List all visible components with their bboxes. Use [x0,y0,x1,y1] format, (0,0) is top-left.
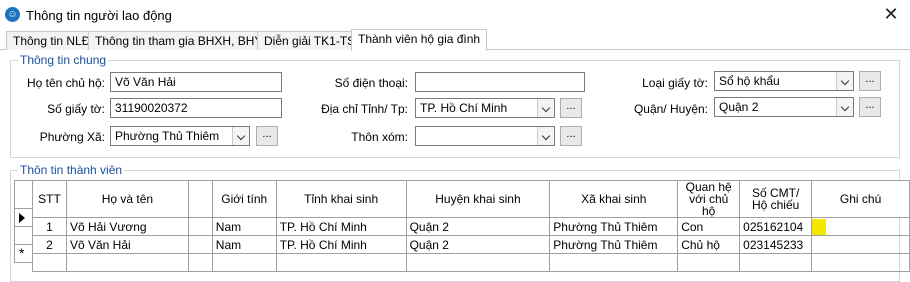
col-header-birth-ward[interactable]: Xã khai sinh [549,180,679,218]
province-select[interactable]: TP. Hồ Chí Minh [415,98,555,118]
doc-no-label: Số giấy tờ: [47,102,105,116]
window-title: Thông tin người lao động [26,8,172,23]
cell-id-number[interactable]: 025162104 [739,217,813,236]
title-bar: ☺ Thông tin người lao động ✕ [0,0,910,30]
row-header-current[interactable] [14,208,33,227]
cell-birth-ward[interactable] [549,253,679,272]
app-icon: ☺ [5,7,20,22]
district-value: Quận 2 [719,100,759,114]
cell-birth-province[interactable] [275,253,407,272]
cell-blank[interactable] [187,235,213,254]
tab-strip: Thông tin NLĐ Thông tin tham gia BHXH, B… [0,29,910,51]
doc-type-select[interactable]: Sổ hộ khẩu [714,71,854,91]
cell-relation[interactable]: Chủ hộ [677,235,741,254]
col-header-relation[interactable]: Quan hệ với chủ hộ [677,180,741,218]
chevron-down-icon[interactable] [537,127,554,145]
cell-birth-district[interactable]: Quận 2 [405,217,551,236]
col-header-birth-district[interactable]: Huyện khai sinh [405,180,551,218]
cell-gender[interactable]: Nam [211,217,277,236]
members-header-row: STT Họ và tên Giới tính Tỉnh khai sinh H… [32,180,910,218]
cell-stt[interactable]: 1 [32,217,67,236]
chevron-down-icon[interactable] [537,99,554,117]
ward-select[interactable]: Phường Thủ Thiêm [110,126,250,146]
current-row-icon [19,213,25,223]
cell-birth-district[interactable]: Quận 2 [405,235,551,254]
cell-stt[interactable]: 2 [32,235,67,254]
cell-note[interactable] [811,217,910,236]
tab-employee-info[interactable]: Thông tin NLĐ [6,31,98,50]
ward-value: Phường Thủ Thiêm [115,129,220,143]
new-row[interactable] [32,253,910,272]
province-label: Địa chỉ Tỉnh/ Tp: [321,102,408,116]
general-info-title: Thông tin chung [18,53,109,67]
col-header-stt[interactable]: STT [32,180,67,218]
chevron-down-icon[interactable] [836,72,853,90]
cell-gender[interactable]: Nam [211,235,277,254]
doc-type-label: Loại giấy tờ: [642,76,708,90]
cell-name[interactable]: Võ Hải Vương [65,217,189,236]
row-header-new[interactable]: * [14,244,33,263]
district-label: Quận/ Huyện: [633,102,708,116]
col-header-gender[interactable]: Giới tính [211,180,277,218]
tab-insurance-info[interactable]: Thông tin tham gia BHXH, BHYT [88,31,277,50]
district-select[interactable]: Quận 2 [714,97,854,117]
close-button[interactable]: ✕ [880,4,902,26]
owner-name-input[interactable]: Võ Văn Hải [110,72,282,92]
cell-stt[interactable] [32,253,67,272]
tab-panel: Thông tin chung Họ tên chủ hộ: Võ Văn Hả… [0,50,910,282]
cell-id-number[interactable] [739,253,813,272]
cell-note[interactable] [811,253,910,272]
hamlet-browse-button[interactable]: ... [560,126,582,146]
ward-browse-button[interactable]: ... [256,126,278,146]
phone-input[interactable] [415,72,585,92]
table-row[interactable]: 2 Võ Văn Hải Nam TP. Hồ Chí Minh Quận 2 … [32,235,910,254]
cell-id-number[interactable]: 023145233 [739,235,813,254]
note-highlight [812,218,827,235]
col-header-blank[interactable] [187,180,213,218]
col-header-id-number[interactable]: Số CMT/ Hộ chiếu [739,180,813,218]
row-header[interactable] [14,226,33,245]
members-table[interactable]: STT Họ và tên Giới tính Tỉnh khai sinh H… [32,180,910,272]
table-row[interactable]: 1 Võ Hải Vương Nam TP. Hồ Chí Minh Quận … [32,217,910,236]
cell-name[interactable] [65,253,189,272]
cell-birth-district[interactable] [405,253,551,272]
cell-note[interactable] [811,235,910,254]
doc-no-input[interactable]: 31190020372 [110,98,282,118]
cell-gender[interactable] [211,253,277,272]
cell-birth-ward[interactable]: Phường Thủ Thiêm [549,235,679,254]
tab-household-members[interactable]: Thành viên hộ gia đình [351,29,488,51]
district-browse-button[interactable]: ... [859,97,881,117]
doc-type-browse-button[interactable]: ... [859,71,881,91]
tab-tk1-explanation[interactable]: Diễn giải TK1-TS [257,31,363,50]
cell-relation[interactable]: Con [677,217,741,236]
col-header-name[interactable]: Họ và tên [65,180,189,218]
col-header-note[interactable]: Ghi chú [811,180,910,218]
chevron-down-icon[interactable] [836,98,853,116]
row-header-corner [14,180,33,209]
ward-label: Phường Xã: [39,130,105,144]
hamlet-label: Thôn xóm: [351,130,408,144]
phone-label: Số điện thoại: [334,76,408,90]
cell-birth-ward[interactable]: Phường Thủ Thiêm [549,217,679,236]
col-header-birth-province[interactable]: Tỉnh khai sinh [275,180,407,218]
cell-birth-province[interactable]: TP. Hồ Chí Minh [275,235,407,254]
province-browse-button[interactable]: ... [560,98,582,118]
cell-relation[interactable] [677,253,741,272]
province-value: TP. Hồ Chí Minh [420,101,508,115]
cell-blank[interactable] [187,253,213,272]
cell-name[interactable]: Võ Văn Hải [65,235,189,254]
new-row-icon: * [19,245,25,261]
chevron-down-icon[interactable] [232,127,249,145]
doc-type-value: Sổ hộ khẩu [719,74,780,88]
cell-blank[interactable] [187,217,213,236]
cell-birth-province[interactable]: TP. Hồ Chí Minh [275,217,407,236]
members-title: Thôn tin thành viên [18,163,125,177]
hamlet-select[interactable] [415,126,555,146]
owner-name-label: Họ tên chủ hộ: [26,76,105,90]
